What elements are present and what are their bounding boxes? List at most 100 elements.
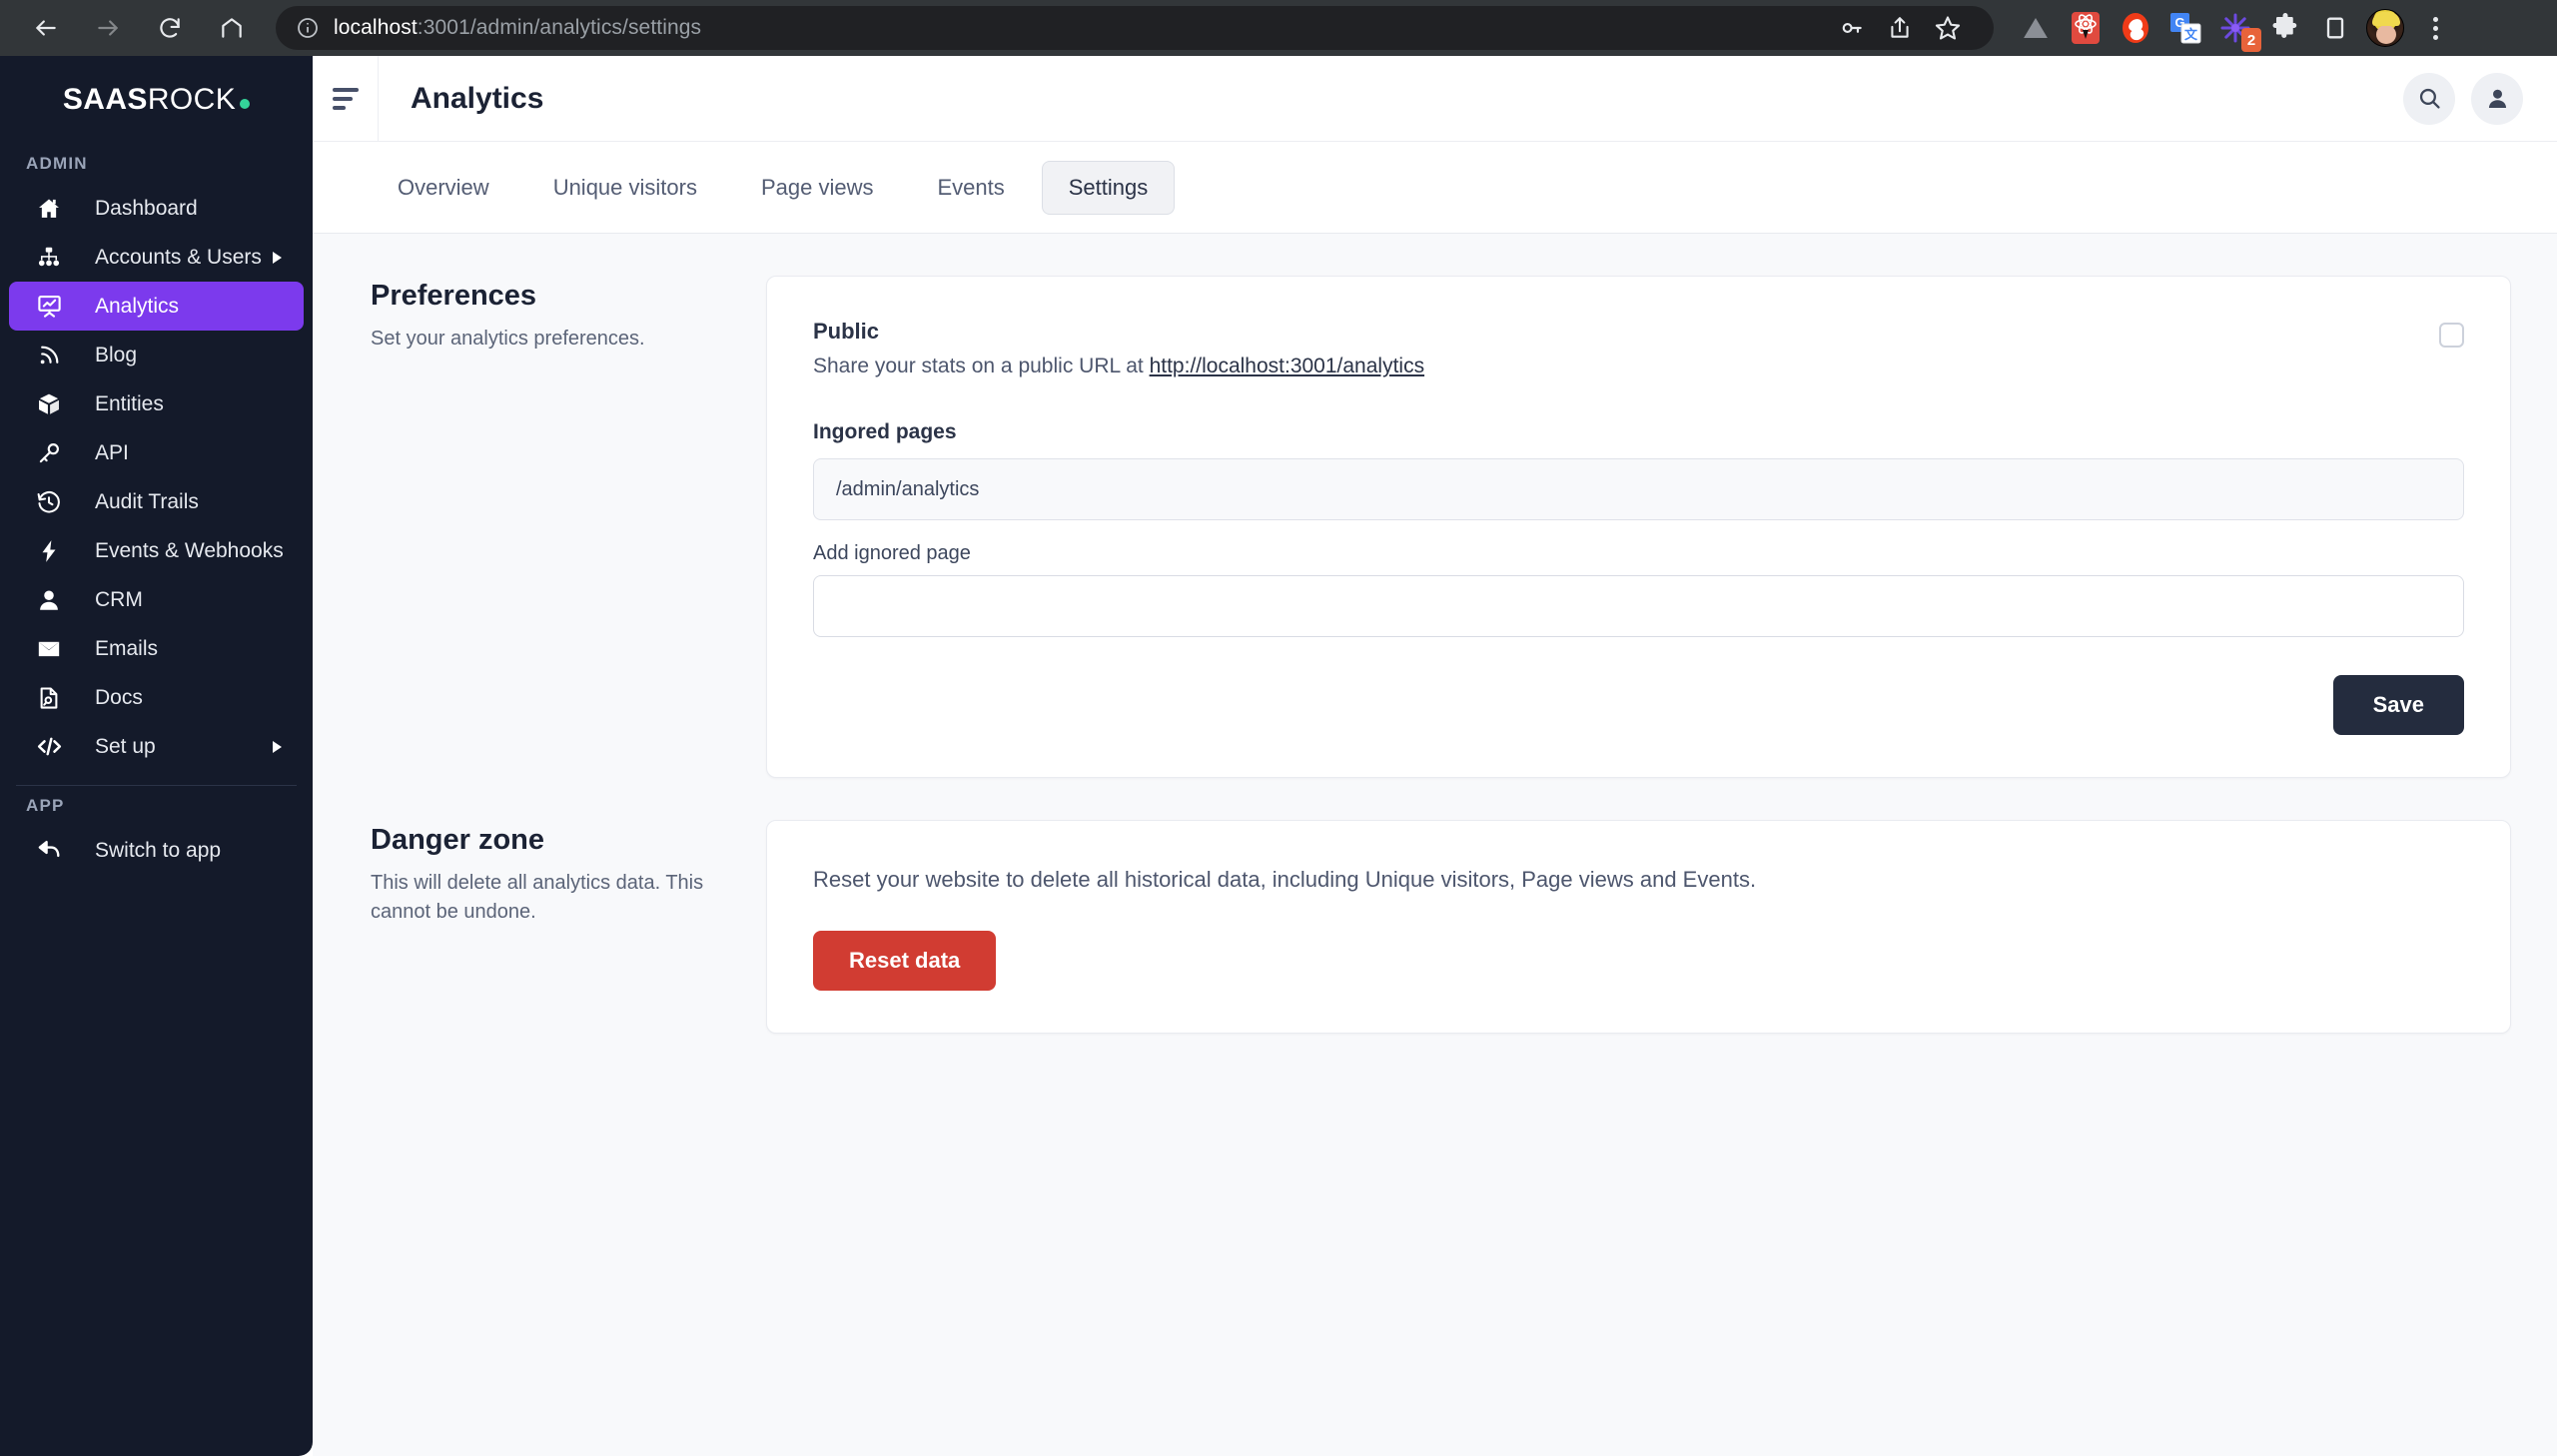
home-icon — [33, 196, 65, 222]
back-button[interactable] — [18, 5, 74, 51]
url-path: :3001/admin/analytics/settings — [417, 16, 702, 39]
sidebar-item-dashboard[interactable]: Dashboard — [9, 184, 304, 233]
account-button[interactable] — [2471, 72, 2523, 125]
lightning-bolt-icon — [33, 538, 65, 564]
chevron-right-icon — [273, 740, 282, 753]
sidebar-item-label: API — [95, 440, 129, 464]
sidebar-item-emails[interactable]: Emails — [9, 624, 304, 673]
presentation-chart-icon — [33, 293, 65, 320]
top-bar-actions — [2403, 56, 2557, 141]
brand-logo[interactable]: SAAS ROCK — [0, 56, 313, 144]
tab-unique-visitors[interactable]: Unique visitors — [526, 161, 724, 215]
sidebar-item-label: Events & Webhooks — [95, 538, 284, 562]
sidebar-item-entities[interactable]: Entities — [9, 379, 304, 428]
react-devtools-extension-icon[interactable] — [2066, 8, 2106, 48]
public-description: Share your stats on a public URL at http… — [813, 355, 2439, 378]
page-title: Analytics — [411, 81, 544, 115]
browser-toolbar: localhost:3001/admin/analytics/settings … — [0, 0, 2557, 56]
tab-overview[interactable]: Overview — [371, 161, 516, 215]
sidebar-toggle-button[interactable] — [313, 56, 379, 141]
preferences-description: Set your analytics preferences. — [371, 328, 645, 350]
reload-button[interactable] — [142, 5, 198, 51]
sidebar-section-app-title: APP — [26, 796, 65, 815]
danger-zone-description: This will delete all analytics data. Thi… — [371, 872, 704, 923]
logo-dot-icon — [240, 99, 251, 109]
forward-arrow-icon — [98, 20, 118, 36]
address-bar[interactable]: localhost:3001/admin/analytics/settings — [276, 6, 1994, 50]
sidebar-item-api[interactable]: API — [9, 428, 304, 477]
danger-zone-section: Danger zone This will delete all analyti… — [371, 820, 2511, 1035]
sidebar-item-audit-trails[interactable]: Audit Trails — [9, 477, 304, 526]
share-icon[interactable] — [1878, 6, 1922, 50]
sidebar-item-label: Entities — [95, 391, 164, 415]
puzzle-extensions-icon[interactable] — [2265, 8, 2305, 48]
sidebar-item-label: Audit Trails — [95, 489, 199, 513]
kebab-dots — [2432, 16, 2438, 40]
logo-light: ROCK — [147, 83, 237, 116]
user-circle-icon — [2488, 89, 2506, 108]
forward-button[interactable] — [80, 5, 136, 51]
kebab-menu-icon[interactable] — [2415, 8, 2455, 48]
sidebar-item-analytics[interactable]: Analytics — [9, 282, 304, 331]
add-ignored-page-input[interactable] — [813, 575, 2464, 637]
url-host: localhost — [334, 16, 418, 39]
starred-extension-icon[interactable]: 2 — [2215, 8, 2261, 52]
sidebar-item-docs[interactable]: Docs — [9, 673, 304, 722]
rss-icon — [33, 343, 65, 367]
side-panel-icon[interactable] — [2315, 8, 2355, 48]
settings-content: Preferences Set your analytics preferenc… — [313, 234, 2557, 1456]
logo-bold: SAAS — [62, 83, 148, 116]
chevron-right-icon — [273, 251, 282, 264]
cube-icon — [33, 391, 65, 417]
google-translate-extension-icon[interactable]: G文 — [2165, 8, 2205, 48]
sidebar-section-admin-title: ADMIN — [26, 154, 88, 173]
star-icon[interactable] — [1926, 6, 1970, 50]
preferences-card: Public Share your stats on a public URL … — [766, 276, 2511, 778]
search-button[interactable] — [2403, 72, 2455, 125]
preferences-actions: Save — [813, 675, 2464, 735]
vercel-extension-icon[interactable] — [2016, 8, 2056, 48]
preferences-section: Preferences Set your analytics preferenc… — [371, 276, 2511, 778]
sidebar-nav-app: Switch to app — [0, 826, 313, 875]
public-label: Public — [813, 319, 880, 344]
ignored-page-item[interactable]: /admin/analytics — [813, 458, 2464, 520]
clock-history-icon — [33, 489, 65, 515]
tab-page-views[interactable]: Page views — [734, 161, 901, 215]
sidebar-item-label: Blog — [95, 343, 138, 366]
tab-events[interactable]: Events — [910, 161, 1031, 215]
tab-settings[interactable]: Settings — [1041, 160, 1176, 215]
home-button[interactable] — [204, 5, 260, 51]
danger-zone-card-text: Reset your website to delete all histori… — [813, 867, 1757, 892]
sidebar-item-blog[interactable]: Blog — [9, 331, 304, 379]
public-url-link[interactable]: http://localhost:3001/analytics — [1150, 355, 1425, 377]
sidebar-item-label: Docs — [95, 685, 143, 709]
sidebar-item-accounts-users[interactable]: Accounts & Users — [9, 233, 304, 282]
main-area: Analytics Overview Unique visitors Page … — [313, 56, 2557, 1456]
public-setting-row: Public Share your stats on a public URL … — [813, 319, 2464, 378]
site-info-icon[interactable] — [296, 16, 320, 40]
save-button[interactable]: Save — [2332, 675, 2464, 735]
reset-data-button[interactable]: Reset data — [813, 931, 997, 992]
sidebar-item-label: CRM — [95, 587, 143, 611]
sidebar: SAAS ROCK ADMIN Dashboard Accounts & User… — [0, 56, 313, 1456]
public-checkbox[interactable] — [2439, 323, 2464, 348]
omnibox-actions — [1830, 6, 1974, 50]
url-text: localhost:3001/admin/analytics/settings — [334, 16, 701, 40]
key-icon[interactable] — [1830, 6, 1874, 50]
sidebar-item-label: Accounts & Users — [95, 245, 262, 269]
sidebar-item-crm[interactable]: CRM — [9, 575, 304, 624]
sidebar-item-switch-to-app[interactable]: Switch to app — [9, 826, 304, 875]
svelte-extension-icon[interactable] — [2116, 8, 2155, 48]
extensions-bar: G文 2 — [1994, 8, 2455, 52]
document-search-icon — [33, 685, 65, 711]
sidebar-item-label: Analytics — [95, 294, 180, 318]
svg-text:文: 文 — [2184, 27, 2198, 42]
home-icon — [222, 18, 242, 38]
danger-zone-title: Danger zone — [371, 824, 545, 856]
sidebar-item-events-webhooks[interactable]: Events & Webhooks — [9, 526, 304, 575]
analytics-tabs: Overview Unique visitors Page views Even… — [313, 142, 2557, 234]
public-description-prefix: Share your stats on a public URL at — [813, 355, 1150, 377]
sidebar-item-set-up[interactable]: Set up — [9, 722, 304, 771]
sidebar-item-label: Emails — [95, 636, 159, 660]
profile-avatar[interactable] — [2365, 8, 2405, 48]
